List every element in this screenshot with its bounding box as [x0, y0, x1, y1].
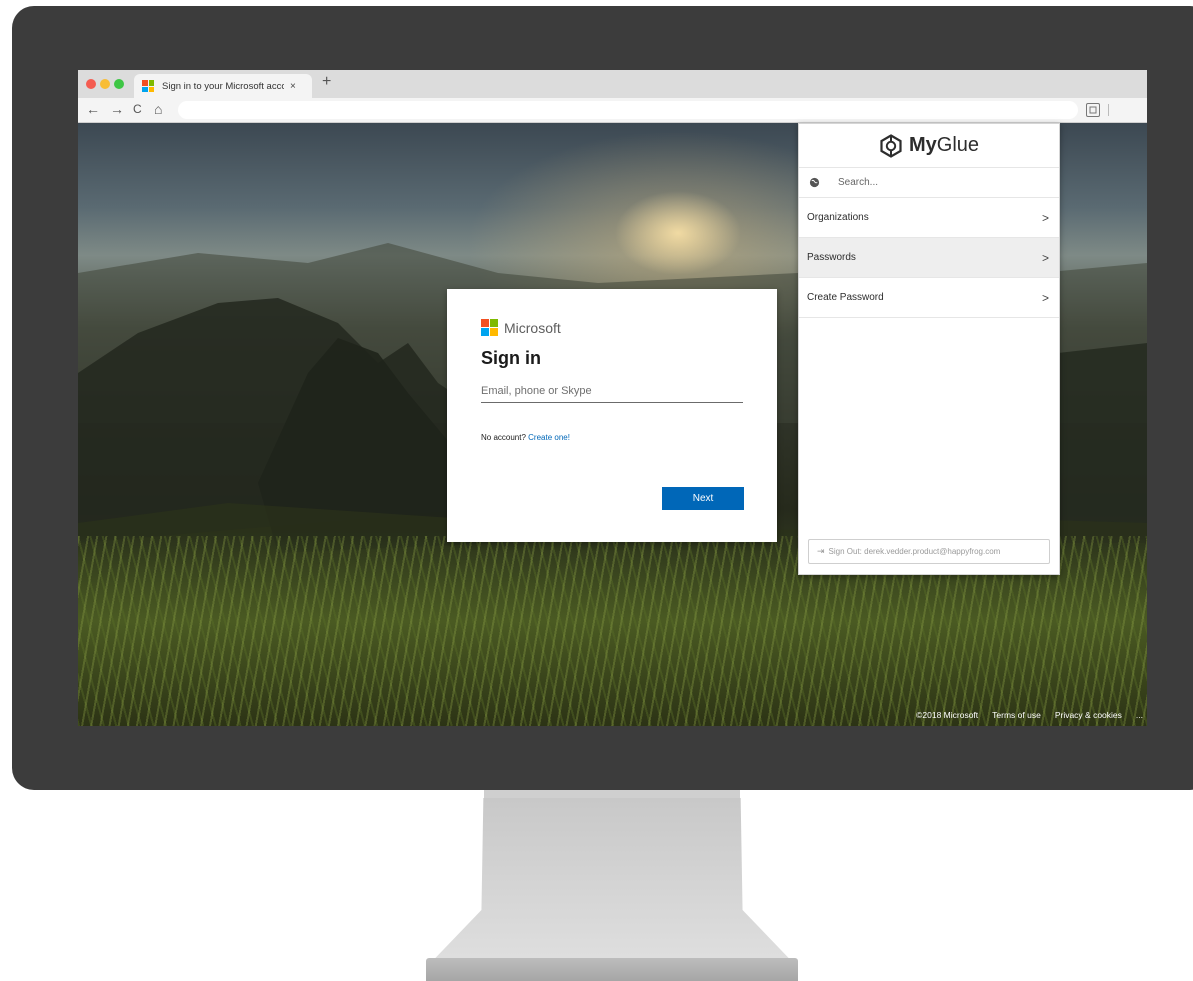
create-account-link[interactable]: Create one! — [528, 433, 570, 442]
myglue-search-bar — [799, 168, 1059, 198]
home-icon[interactable]: ⌂ — [154, 101, 162, 117]
privacy-link[interactable]: Privacy & cookies — [1055, 710, 1122, 720]
microsoft-logo-icon — [481, 319, 498, 336]
globe-icon — [809, 177, 820, 188]
next-button[interactable]: Next — [662, 487, 744, 510]
microsoft-brand: Microsoft — [481, 319, 743, 336]
terms-link[interactable]: Terms of use — [992, 710, 1041, 720]
reload-icon[interactable]: C — [133, 101, 142, 117]
menu-item-create-password[interactable]: Create Password > — [799, 278, 1059, 318]
monitor-stand-base — [426, 958, 798, 981]
back-icon[interactable]: ← — [86, 101, 100, 117]
menu-item-organizations[interactable]: Organizations > — [799, 198, 1059, 238]
microsoft-favicon-icon — [142, 80, 154, 92]
tab-bar: Sign in to your Microsoft acco × + — [78, 70, 1147, 98]
chevron-right-icon: > — [1041, 250, 1049, 265]
microsoft-wordmark: Microsoft — [504, 319, 561, 336]
menu-item-label: Create Password — [807, 292, 884, 303]
navigation-bar: ← → C ⌂ — [78, 98, 1147, 123]
menu-item-passwords[interactable]: Passwords > — [799, 238, 1059, 278]
signin-title: Sign in — [481, 348, 541, 368]
new-tab-button[interactable]: + — [322, 73, 331, 91]
no-account-text: No account? — [481, 433, 526, 442]
myglue-header: MyGlue — [799, 124, 1059, 168]
chevron-right-icon: > — [1041, 210, 1049, 225]
myglue-wordmark: MyGlue — [908, 134, 980, 156]
close-window-button[interactable] — [86, 79, 96, 89]
tab-microsoft-signin[interactable]: Sign in to your Microsoft acco × — [134, 74, 312, 98]
monitor-stand — [435, 798, 789, 958]
copyright-text: ©2018 Microsoft — [916, 710, 979, 720]
chevron-right-icon: > — [1041, 290, 1049, 305]
minimize-window-button[interactable] — [100, 79, 110, 89]
sign-out-button[interactable]: ⇥ Sign Out: derek.vedder.product@happyfr… — [808, 539, 1050, 564]
forward-icon[interactable]: → — [110, 101, 124, 117]
myglue-logo-icon — [880, 133, 902, 158]
maximize-window-button[interactable] — [114, 79, 124, 89]
myglue-popup: MyGlue Organizations > Passwords > Creat… — [798, 123, 1060, 575]
more-options-icon[interactable]: ... — [1136, 710, 1143, 720]
menu-item-label: Passwords — [807, 252, 856, 263]
search-input[interactable] — [836, 176, 1040, 189]
email-field[interactable] — [481, 383, 743, 403]
tab-title: Sign in to your Microsoft acco — [162, 80, 284, 92]
sign-out-label: Sign Out: derek.vedder.product@happyfrog… — [828, 547, 1001, 556]
signin-card: Microsoft Sign in No account? Create one… — [447, 289, 777, 542]
menu-item-label: Organizations — [807, 212, 869, 223]
extension-icon[interactable] — [1086, 103, 1100, 117]
tab-close-icon[interactable]: × — [290, 81, 296, 92]
sign-out-icon: ⇥ — [817, 546, 825, 556]
address-bar[interactable] — [178, 101, 1078, 119]
browser-window: Sign in to your Microsoft acco × + ← → C… — [78, 70, 1147, 726]
no-account-line: No account? Create one! — [481, 433, 743, 442]
page-footer: ©2018 Microsoft Terms of use Privacy & c… — [916, 710, 1143, 720]
toolbar-divider — [1108, 104, 1109, 116]
